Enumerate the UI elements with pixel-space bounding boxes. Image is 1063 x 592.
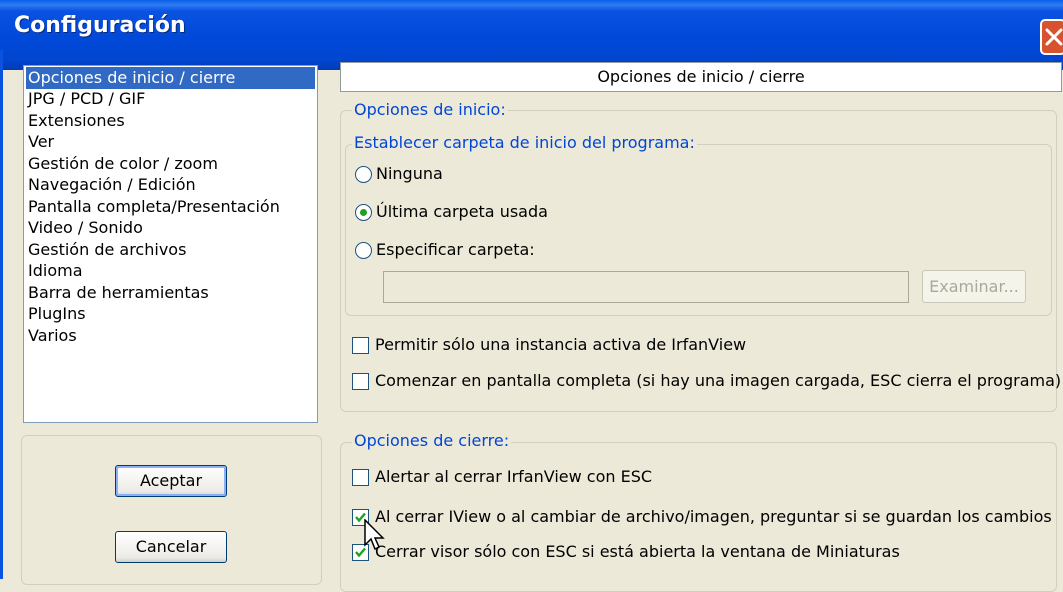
radio-last-folder-label[interactable]: Última carpeta usada: [376, 202, 548, 222]
list-item[interactable]: Gestión de color / zoom: [28, 153, 218, 175]
radio-last-folder[interactable]: [355, 204, 372, 221]
browse-button[interactable]: Examinar...: [922, 270, 1026, 303]
startup-folder-legend: Establecer carpeta de inicio del program…: [352, 133, 697, 153]
list-item[interactable]: Gestión de archivos: [28, 239, 186, 261]
start-fullscreen-checkbox[interactable]: [352, 373, 369, 390]
close-icon: [1045, 28, 1063, 46]
radio-specify-folder-label[interactable]: Especificar carpeta:: [376, 240, 535, 260]
window-border: [0, 50, 3, 579]
page-title: Opciones de inicio / cierre: [340, 62, 1062, 92]
list-item[interactable]: Navegación / Edición: [28, 174, 196, 196]
single-instance-label[interactable]: Permitir sólo una instancia activa de Ir…: [375, 335, 746, 355]
cancel-button[interactable]: Cancelar: [115, 531, 227, 563]
accept-button[interactable]: Aceptar: [115, 465, 227, 497]
radio-none[interactable]: [355, 166, 372, 183]
list-item[interactable]: Pantalla completa/Presentación: [28, 196, 280, 218]
radio-none-label[interactable]: Ninguna: [376, 164, 443, 184]
startup-options-legend: Opciones de inicio:: [352, 100, 508, 120]
alert-esc-checkbox[interactable]: [352, 469, 369, 486]
list-item[interactable]: Opciones de inicio / cierre: [26, 67, 315, 89]
list-item[interactable]: Video / Sonido: [28, 217, 143, 239]
mouse-pointer-icon: [364, 519, 385, 551]
list-item[interactable]: Idioma: [28, 260, 83, 282]
title-bar[interactable]: Configuración: [0, 0, 1063, 70]
single-instance-checkbox[interactable]: [352, 337, 369, 354]
list-item[interactable]: Extensiones: [28, 110, 125, 132]
radio-specify-folder[interactable]: [355, 242, 372, 259]
list-item[interactable]: Varios: [28, 325, 77, 347]
ask-save-label[interactable]: Al cerrar IView o al cambiar de archivo/…: [375, 507, 1052, 527]
category-list[interactable]: Opciones de inicio / cierre JPG / PCD / …: [23, 65, 318, 423]
close-viewer-label[interactable]: Cerrar visor sólo con ESC si está abiert…: [375, 542, 900, 562]
list-item[interactable]: Ver: [28, 131, 54, 153]
close-options-legend: Opciones de cierre:: [352, 431, 512, 451]
close-button[interactable]: [1040, 19, 1063, 55]
list-item[interactable]: Barra de herramientas: [28, 282, 209, 304]
alert-esc-label[interactable]: Alertar al cerrar IrfanView con ESC: [375, 467, 652, 487]
list-item[interactable]: PlugIns: [28, 303, 86, 325]
folder-path-input[interactable]: [383, 271, 909, 303]
list-item[interactable]: JPG / PCD / GIF: [28, 88, 145, 110]
window-title: Configuración: [14, 13, 186, 38]
start-fullscreen-label[interactable]: Comenzar en pantalla completa (si hay un…: [375, 371, 1061, 391]
